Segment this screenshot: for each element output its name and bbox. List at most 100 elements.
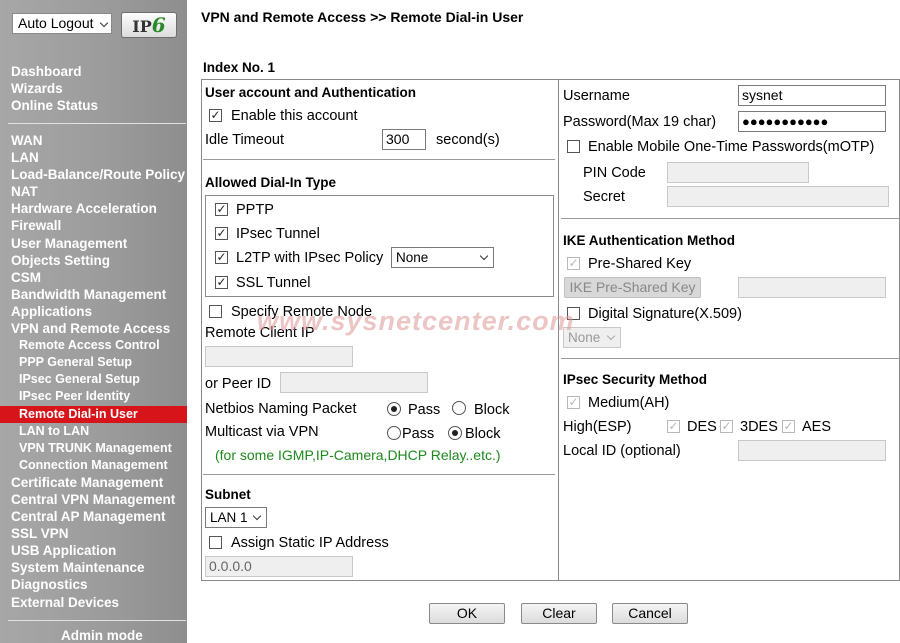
- l2tp-label: L2TP with IPsec Policy: [236, 250, 384, 266]
- nav-firewall[interactable]: Firewall: [0, 217, 187, 234]
- nav-divider: [8, 620, 186, 621]
- nav-external-devices[interactable]: External Devices: [0, 594, 187, 611]
- idle-timeout-unit: second(s): [436, 132, 500, 148]
- remote-client-ip-input[interactable]: [205, 346, 353, 367]
- local-id-input[interactable]: [738, 440, 886, 461]
- ike-pre-shared-key-input[interactable]: [738, 277, 886, 298]
- nav-certificate-management[interactable]: Certificate Management: [0, 474, 187, 491]
- nav-bandwidth-management[interactable]: Bandwidth Management: [0, 286, 187, 303]
- secret-label: Secret: [583, 189, 625, 205]
- nav-nat[interactable]: NAT: [0, 183, 187, 200]
- peer-id-input[interactable]: [280, 372, 428, 393]
- nav-hardware-acceleration[interactable]: Hardware Acceleration: [0, 200, 187, 217]
- multicast-pass-label: Pass: [402, 426, 435, 442]
- medium-ah-label: Medium(AH): [588, 395, 670, 411]
- pptp-checkbox[interactable]: ✓: [215, 203, 228, 216]
- username-input[interactable]: sysnet: [738, 85, 886, 106]
- ssl-tunnel-checkbox[interactable]: ✓: [215, 276, 228, 289]
- idle-timeout-label: Idle Timeout: [205, 132, 284, 148]
- watermark: www.sysnetcenter.com: [257, 306, 575, 336]
- nav-system-maintenance[interactable]: System Maintenance: [0, 559, 187, 576]
- 3des-checkbox[interactable]: ✓: [720, 420, 733, 433]
- nav-lan[interactable]: LAN: [0, 149, 187, 166]
- ipsec-heading: IPsec Security Method: [563, 372, 708, 387]
- idle-timeout-input[interactable]: 300: [382, 129, 426, 150]
- nav-central-vpn-management[interactable]: Central VPN Management: [0, 491, 187, 508]
- pre-shared-key-checkbox[interactable]: ✓: [567, 257, 580, 270]
- specify-remote-node-checkbox[interactable]: [209, 305, 222, 318]
- section-divider: [561, 218, 900, 219]
- pptp-label: PPTP: [236, 202, 274, 218]
- nav-remote-access-control[interactable]: Remote Access Control: [0, 337, 187, 354]
- nav-diagnostics[interactable]: Diagnostics: [0, 576, 187, 593]
- nav-lan-to-lan[interactable]: LAN to LAN: [0, 423, 187, 440]
- netbios-pass-radio[interactable]: [387, 402, 401, 416]
- pin-code-input[interactable]: [667, 162, 809, 183]
- section-divider: [203, 159, 555, 160]
- nav-group-main: WAN LAN Load-Balance/Route Policy NAT Ha…: [0, 132, 187, 611]
- secret-input[interactable]: [667, 186, 889, 207]
- nav-central-ap-management[interactable]: Central AP Management: [0, 508, 187, 525]
- password-input[interactable]: ●●●●●●●●●●●: [738, 111, 886, 132]
- nav-load-balance[interactable]: Load-Balance/Route Policy: [0, 166, 187, 183]
- medium-ah-checkbox[interactable]: ✓: [567, 396, 580, 409]
- ike-pre-shared-key-button[interactable]: IKE Pre-Shared Key: [564, 277, 701, 298]
- des-label: DES: [687, 419, 717, 435]
- 3des-label: 3DES: [740, 419, 778, 435]
- multicast-note: (for some IGMP,IP-Camera,DHCP Relay..etc…: [215, 447, 501, 463]
- nav-online-status[interactable]: Online Status: [0, 97, 187, 114]
- enable-account-checkbox[interactable]: ✓: [209, 109, 222, 122]
- chevron-down-icon: [479, 251, 489, 261]
- aes-checkbox[interactable]: ✓: [782, 420, 795, 433]
- nav-vpn-remote-access[interactable]: VPN and Remote Access: [0, 320, 187, 337]
- ipsec-tunnel-checkbox[interactable]: ✓: [215, 227, 228, 240]
- nav-applications[interactable]: Applications: [0, 303, 187, 320]
- assign-static-ip-checkbox[interactable]: [209, 536, 222, 549]
- l2tp-checkbox[interactable]: ✓: [215, 251, 228, 264]
- ok-button[interactable]: OK: [429, 603, 505, 624]
- ssl-tunnel-label: SSL Tunnel: [236, 275, 311, 291]
- nav-ppp-general-setup[interactable]: PPP General Setup: [0, 354, 187, 371]
- chevron-down-icon: [252, 511, 262, 521]
- nav-ipsec-general-setup[interactable]: IPsec General Setup: [0, 371, 187, 388]
- l2tp-policy-select[interactable]: None: [391, 247, 494, 268]
- pin-code-label: PIN Code: [583, 165, 646, 181]
- subnet-select[interactable]: LAN 1: [205, 507, 267, 528]
- section-divider: [561, 358, 900, 359]
- nav-objects-setting[interactable]: Objects Setting: [0, 252, 187, 269]
- password-label: Password(Max 19 char): [563, 114, 717, 130]
- netbios-block-radio[interactable]: [452, 401, 466, 415]
- nav-connection-management[interactable]: Connection Management: [0, 457, 187, 474]
- nav-remote-dial-in-user[interactable]: Remote Dial-in User: [0, 405, 187, 423]
- chevron-down-icon: [99, 18, 109, 28]
- motp-label: Enable Mobile One-Time Passwords(mOTP): [588, 139, 875, 155]
- cancel-button[interactable]: Cancel: [612, 603, 688, 624]
- nav-dashboard[interactable]: Dashboard: [0, 63, 187, 80]
- des-checkbox[interactable]: ✓: [667, 420, 680, 433]
- ipv6-badge-6: 6: [151, 13, 166, 37]
- auto-logout-label: Auto Logout: [18, 15, 94, 31]
- nav-wizards[interactable]: Wizards: [0, 80, 187, 97]
- auto-logout-select[interactable]: Auto Logout: [12, 13, 112, 34]
- high-esp-label: High(ESP): [563, 419, 632, 435]
- admin-mode-label: Admin mode: [61, 628, 143, 643]
- nav-vpn-trunk-management[interactable]: VPN TRUNK Management: [0, 440, 187, 457]
- static-ip-input[interactable]: 0.0.0.0: [205, 556, 353, 577]
- username-label: Username: [563, 88, 630, 104]
- assign-static-ip-label: Assign Static IP Address: [231, 535, 389, 551]
- subnet-heading: Subnet: [205, 487, 251, 502]
- ipv6-badge-ip: IP: [132, 17, 152, 36]
- nav-ipsec-peer-identity[interactable]: IPsec Peer Identity: [0, 388, 187, 405]
- multicast-pass-radio[interactable]: [387, 426, 401, 440]
- clear-button[interactable]: Clear: [521, 603, 597, 624]
- nav-ssl-vpn[interactable]: SSL VPN: [0, 525, 187, 542]
- nav-user-management[interactable]: User Management: [0, 235, 187, 252]
- nav-csm[interactable]: CSM: [0, 269, 187, 286]
- nav-wan[interactable]: WAN: [0, 132, 187, 149]
- ipv6-logo-icon[interactable]: IP6: [121, 12, 177, 38]
- nav-usb-application[interactable]: USB Application: [0, 542, 187, 559]
- motp-checkbox[interactable]: [567, 140, 580, 153]
- netbios-block-label: Block: [474, 402, 510, 418]
- multicast-block-radio[interactable]: [448, 426, 462, 440]
- chevron-down-icon: [606, 331, 616, 341]
